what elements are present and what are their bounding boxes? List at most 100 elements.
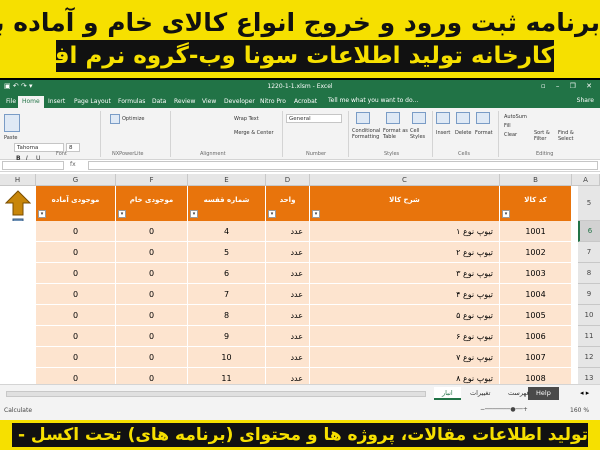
cell-h-empty[interactable] bbox=[0, 221, 36, 242]
cell-ready-stock[interactable]: 0 bbox=[36, 284, 116, 305]
column-header-h[interactable]: H bbox=[0, 174, 36, 186]
row-header-9[interactable]: 9 bbox=[578, 284, 600, 305]
cell-description[interactable]: تیوپ نوع ۲ bbox=[310, 242, 500, 263]
cell-shelf-number[interactable]: 9 bbox=[188, 326, 266, 347]
tab-page-layout[interactable]: Page Layout bbox=[70, 96, 115, 108]
cell-raw-stock[interactable]: 0 bbox=[116, 242, 188, 263]
column-header-f[interactable]: F bbox=[116, 174, 188, 186]
cell-description[interactable]: تیوپ نوع ۳ bbox=[310, 263, 500, 284]
tab-formulas[interactable]: Formulas bbox=[114, 96, 149, 108]
cell-shelf-number[interactable]: 4 bbox=[188, 221, 266, 242]
format-table-icon[interactable] bbox=[386, 112, 400, 124]
row-header-5[interactable]: 5 bbox=[578, 186, 600, 221]
cell-h-empty[interactable] bbox=[0, 347, 36, 368]
cell-h-empty[interactable] bbox=[0, 263, 36, 284]
cell-description[interactable]: تیوپ نوع ۴ bbox=[310, 284, 500, 305]
sort-filter-button[interactable]: Sort & Filter bbox=[534, 130, 556, 142]
number-format-select[interactable]: General bbox=[286, 114, 342, 123]
cell-shelf-number[interactable]: 8 bbox=[188, 305, 266, 326]
filter-dropdown-icon[interactable]: ▾ bbox=[190, 210, 198, 218]
cell-item-code[interactable]: 1002 bbox=[500, 242, 572, 263]
tell-me-search[interactable]: Tell me what you want to do... bbox=[328, 97, 418, 104]
fx-icon[interactable]: fx bbox=[70, 161, 76, 168]
cell-unit[interactable]: عدد bbox=[266, 326, 310, 347]
find-select-button[interactable]: Find & Select bbox=[558, 130, 580, 142]
cell-item-code[interactable]: 1005 bbox=[500, 305, 572, 326]
format-cells-button[interactable]: Format bbox=[475, 130, 493, 136]
column-header-a[interactable]: A bbox=[572, 174, 600, 186]
cell-item-code[interactable]: 1007 bbox=[500, 347, 572, 368]
row-header-7[interactable]: 7 bbox=[578, 242, 600, 263]
merge-center-button[interactable]: Merge & Center bbox=[234, 130, 274, 136]
tab-review[interactable]: Review bbox=[170, 96, 199, 108]
cell-unit[interactable]: عدد bbox=[266, 242, 310, 263]
row-header-10[interactable]: 10 bbox=[578, 305, 600, 326]
cell-styles-button[interactable]: Cell Styles bbox=[410, 128, 430, 140]
column-header-e[interactable]: E bbox=[188, 174, 266, 186]
column-header-c[interactable]: C bbox=[310, 174, 500, 186]
tab-developer[interactable]: Developer bbox=[220, 96, 259, 108]
cell-ready-stock[interactable]: 0 bbox=[36, 221, 116, 242]
sheet-nav-icon[interactable]: ◂ ▸ bbox=[580, 389, 589, 397]
cell-raw-stock[interactable]: 0 bbox=[116, 221, 188, 242]
cell-item-code[interactable]: 1008 bbox=[500, 368, 572, 384]
formula-input[interactable] bbox=[88, 161, 598, 170]
cell-shelf-number[interactable]: 6 bbox=[188, 263, 266, 284]
tab-acrobat[interactable]: Acrobat bbox=[290, 96, 321, 108]
cell-description[interactable]: تیوپ نوع ۷ bbox=[310, 347, 500, 368]
clear-button[interactable]: Clear bbox=[504, 132, 517, 138]
insert-cells-icon[interactable] bbox=[436, 112, 450, 124]
filter-dropdown-icon[interactable]: ▾ bbox=[38, 210, 46, 218]
row-header-12[interactable]: 12 bbox=[578, 347, 600, 368]
column-header-b[interactable]: B bbox=[500, 174, 572, 186]
delete-cells-button[interactable]: Delete bbox=[455, 130, 471, 136]
cell-description[interactable]: تیوپ نوع ۵ bbox=[310, 305, 500, 326]
cell-shelf-number[interactable]: 10 bbox=[188, 347, 266, 368]
cell-item-code[interactable]: 1003 bbox=[500, 263, 572, 284]
wrap-text-button[interactable]: Wrap Text bbox=[234, 116, 259, 122]
cell-unit[interactable]: عدد bbox=[266, 305, 310, 326]
cell-description[interactable]: تیوپ نوع ۶ bbox=[310, 326, 500, 347]
share-button[interactable]: Share bbox=[577, 97, 594, 104]
scroll-up-arrow-icon[interactable] bbox=[5, 190, 31, 216]
tab-view[interactable]: View bbox=[198, 96, 220, 108]
autosum-button[interactable]: AutoSum bbox=[504, 114, 527, 120]
cell-raw-stock[interactable]: 0 bbox=[116, 305, 188, 326]
cell-shelf-number[interactable]: 5 bbox=[188, 242, 266, 263]
tab-home[interactable]: Home bbox=[18, 96, 44, 108]
cell-raw-stock[interactable]: 0 bbox=[116, 347, 188, 368]
name-box[interactable] bbox=[2, 161, 64, 170]
cell-ready-stock[interactable]: 0 bbox=[36, 263, 116, 284]
cell-h-empty[interactable] bbox=[0, 368, 36, 384]
cell-raw-stock[interactable]: 0 bbox=[116, 368, 188, 384]
sheet-tab-list[interactable]: فهرست bbox=[500, 387, 538, 400]
paste-icon[interactable] bbox=[4, 114, 20, 132]
cell-raw-stock[interactable]: 0 bbox=[116, 326, 188, 347]
tab-nitro[interactable]: Nitro Pro bbox=[256, 96, 290, 108]
cell-h-empty[interactable] bbox=[0, 284, 36, 305]
cell-unit[interactable]: عدد bbox=[266, 368, 310, 384]
cell-unit[interactable]: عدد bbox=[266, 263, 310, 284]
cell-raw-stock[interactable]: 0 bbox=[116, 284, 188, 305]
column-header-g[interactable]: G bbox=[36, 174, 116, 186]
cell-h-empty[interactable] bbox=[0, 305, 36, 326]
fill-button[interactable]: Fill bbox=[504, 123, 511, 129]
zoom-level[interactable]: 160 % bbox=[570, 407, 589, 414]
cell-h-empty[interactable] bbox=[0, 242, 36, 263]
cell-ready-stock[interactable]: 0 bbox=[36, 242, 116, 263]
row-header-8[interactable]: 8 bbox=[578, 263, 600, 284]
cell-item-code[interactable]: 1006 bbox=[500, 326, 572, 347]
format-as-table-button[interactable]: Format as Table bbox=[383, 128, 409, 140]
conditional-formatting-icon[interactable] bbox=[356, 112, 370, 124]
cell-ready-stock[interactable]: 0 bbox=[36, 368, 116, 384]
insert-cells-button[interactable]: Insert bbox=[436, 130, 450, 136]
cell-styles-icon[interactable] bbox=[412, 112, 426, 124]
filter-dropdown-icon[interactable]: ▾ bbox=[118, 210, 126, 218]
cell-ready-stock[interactable]: 0 bbox=[36, 347, 116, 368]
filter-dropdown-icon[interactable]: ▾ bbox=[312, 210, 320, 218]
cell-shelf-number[interactable]: 11 bbox=[188, 368, 266, 384]
cell-unit[interactable]: عدد bbox=[266, 284, 310, 305]
window-controls[interactable]: ▫ – ❐ ✕ bbox=[541, 82, 596, 90]
delete-cells-icon[interactable] bbox=[456, 112, 470, 124]
zoom-slider[interactable]: −───────●──+ bbox=[480, 406, 528, 413]
